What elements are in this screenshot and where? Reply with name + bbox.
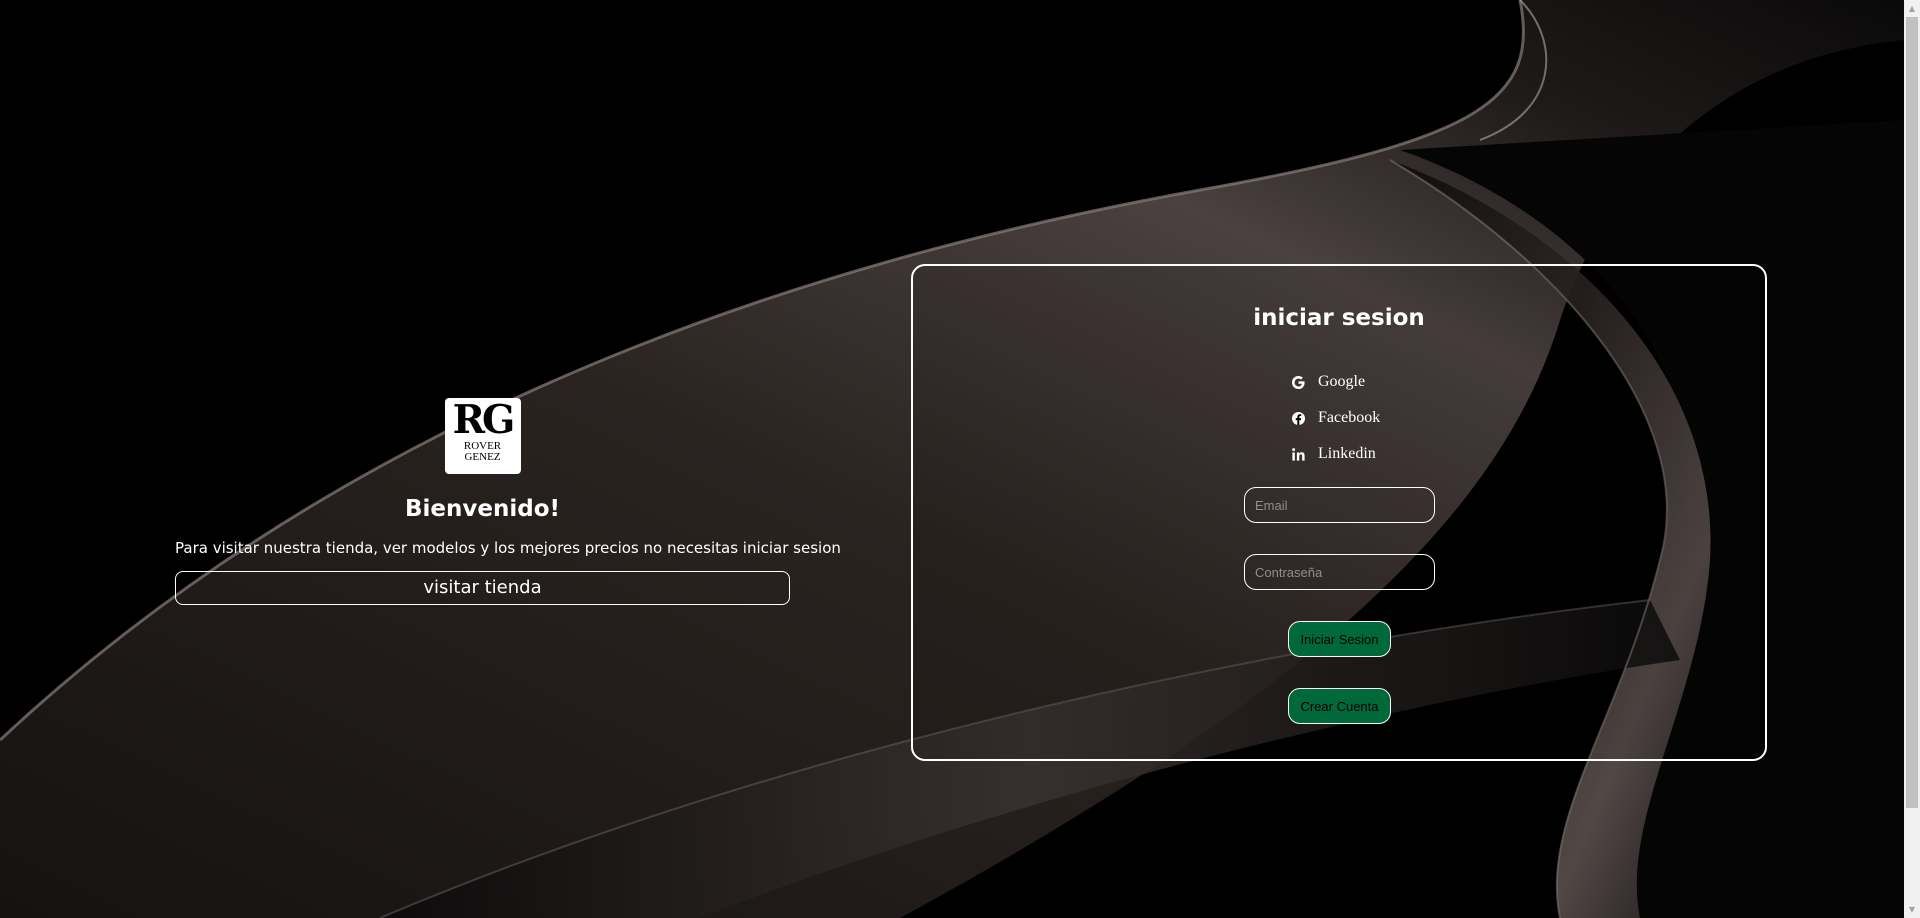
logo-initials: RG (452, 397, 516, 443)
facebook-icon (1292, 410, 1314, 426)
welcome-text: Para visitar nuestra tienda, ver modelos… (175, 539, 841, 557)
password-field[interactable] (1244, 554, 1435, 590)
visit-store-button[interactable]: visitar tienda (175, 571, 790, 605)
social-google-label: Google (1318, 373, 1366, 390)
login-card: iniciar sesion Google Facebook Linkedin … (911, 264, 1767, 761)
social-facebook[interactable]: Facebook (1292, 400, 1380, 436)
create-account-button[interactable]: Crear Cuenta (1288, 688, 1391, 724)
brand-logo: RG ROVER GENEZ (444, 397, 521, 474)
welcome-section: RG ROVER GENEZ Bienvenido! Para visitar … (175, 397, 841, 605)
social-linkedin-label: Linkedin (1318, 445, 1376, 462)
social-login-list: Google Facebook Linkedin (1292, 364, 1380, 472)
login-title: iniciar sesion (1253, 305, 1425, 331)
logo-name-line2: GENEZ (464, 451, 501, 463)
social-facebook-label: Facebook (1318, 409, 1381, 426)
welcome-title: Bienvenido! (405, 496, 560, 522)
vertical-scrollbar[interactable]: ▲ ▼ (1904, 0, 1920, 918)
logo-name: ROVER GENEZ (445, 441, 521, 463)
social-linkedin[interactable]: Linkedin (1292, 436, 1380, 472)
social-google[interactable]: Google (1292, 364, 1380, 400)
linkedin-icon (1292, 446, 1314, 462)
scroll-down-icon[interactable]: ▼ (1904, 901, 1920, 918)
email-field[interactable] (1244, 487, 1435, 523)
login-page: RG ROVER GENEZ Bienvenido! Para visitar … (0, 0, 1920, 918)
scroll-thumb[interactable] (1906, 17, 1918, 808)
scroll-up-icon[interactable]: ▲ (1904, 0, 1920, 17)
google-icon (1292, 374, 1314, 390)
login-button[interactable]: Iniciar Sesion (1288, 621, 1391, 657)
